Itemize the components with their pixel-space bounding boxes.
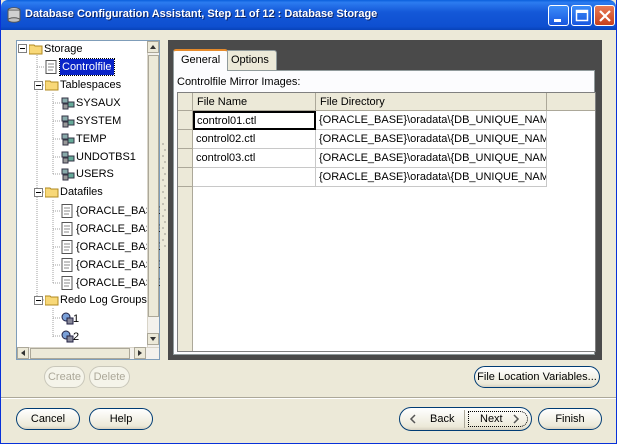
window-title: Database Configuration Assistant, Step 1… — [25, 8, 378, 20]
back-button[interactable]: Back — [400, 408, 464, 430]
app-icon — [7, 7, 21, 23]
tablespace-icon — [61, 150, 76, 167]
tablespace-icon — [61, 114, 76, 131]
datafile-icon — [61, 240, 74, 257]
tablespace-icon — [61, 96, 76, 113]
collapse-datafiles-toggle[interactable] — [34, 188, 43, 197]
controlfile-icon — [45, 60, 58, 77]
tree-vertical-scrollbar[interactable] — [147, 41, 159, 347]
file-directory-cell[interactable]: {ORACLE_BASE}\oradata\{DB_UNIQUE_NAME}\ — [316, 130, 547, 149]
datafile-icon — [61, 276, 74, 293]
corner-header — [178, 93, 193, 111]
datafile-icon — [61, 258, 74, 275]
chevron-left-icon — [409, 414, 416, 424]
tablespace-icon — [61, 167, 76, 184]
scroll-right-arrow-icon[interactable] — [134, 347, 146, 359]
collapse-redo-toggle[interactable] — [34, 296, 43, 305]
file-name-cell[interactable] — [193, 168, 316, 187]
vertical-scroll-thumb[interactable] — [148, 55, 159, 317]
file-name-cell[interactable]: control01.ctl — [193, 111, 316, 130]
next-button-focus-ring — [466, 409, 530, 429]
dbca-window: Database Configuration Assistant, Step 1… — [0, 0, 617, 444]
collapse-tablespaces-toggle[interactable] — [34, 81, 43, 90]
folder-icon — [44, 294, 59, 309]
scroll-left-arrow-icon[interactable] — [17, 347, 29, 359]
delete-button[interactable]: Delete — [89, 366, 130, 388]
minimize-button[interactable] — [548, 5, 569, 26]
panel-splitter[interactable] — [160, 40, 168, 360]
cancel-button[interactable]: Cancel — [16, 408, 80, 430]
file-location-variables-button[interactable]: File Location Variables... — [474, 366, 600, 388]
help-button[interactable]: Help — [89, 408, 153, 430]
tab-general[interactable]: General — [173, 49, 229, 71]
folder-icon — [44, 79, 59, 94]
folder-icon — [44, 186, 59, 201]
column-header-file-name[interactable]: File Name — [193, 93, 316, 111]
controlfile-panel: General Options Controlfile Mirror Image… — [168, 40, 602, 360]
controlfile-table[interactable]: File Name File Directory control01.ctl {… — [177, 92, 596, 352]
storage-tree[interactable]: Storage Controlfile Tablespaces SYSAUX S… — [16, 40, 160, 360]
row-header[interactable] — [178, 111, 193, 130]
footer-divider — [1, 397, 616, 399]
horizontal-scroll-thumb[interactable] — [30, 348, 130, 359]
datafile-icon — [61, 204, 74, 221]
row-header[interactable] — [178, 168, 193, 187]
tree-horizontal-scrollbar[interactable] — [17, 347, 159, 359]
general-tab-content: Controlfile Mirror Images: File Name Fil… — [173, 70, 596, 355]
column-header-filler — [547, 93, 595, 111]
column-header-file-directory[interactable]: File Directory — [316, 93, 547, 111]
tab-options[interactable]: Options — [223, 50, 277, 70]
back-next-button-group: Back Next — [399, 407, 532, 431]
file-directory-cell[interactable]: {ORACLE_BASE}\oradata\{DB_UNIQUE_NAME}\ — [316, 111, 547, 130]
finish-button[interactable]: Finish — [538, 408, 602, 430]
tablespace-icon — [61, 132, 76, 149]
splitter-grip-icon — [162, 143, 166, 247]
file-name-cell[interactable]: control03.ctl — [193, 149, 316, 168]
scroll-down-arrow-icon[interactable] — [147, 333, 159, 345]
create-button[interactable]: Create — [44, 366, 85, 388]
row-header[interactable] — [178, 149, 193, 168]
datafile-icon — [61, 222, 74, 239]
file-directory-cell[interactable]: {ORACLE_BASE}\oradata\{DB_UNIQUE_NAME}\ — [316, 149, 547, 168]
title-bar[interactable]: Database Configuration Assistant, Step 1… — [1, 0, 616, 30]
row-header[interactable] — [178, 130, 193, 149]
scroll-up-arrow-icon[interactable] — [147, 41, 159, 53]
folder-icon — [28, 43, 43, 58]
file-name-cell[interactable]: control02.ctl — [193, 130, 316, 149]
maximize-button[interactable] — [571, 5, 592, 26]
close-button[interactable] — [594, 5, 615, 26]
collapse-storage-toggle[interactable] — [18, 44, 27, 53]
file-directory-cell[interactable]: {ORACLE_BASE}\oradata\{DB_UNIQUE_NAME}\ — [316, 168, 547, 187]
controlfile-mirror-label: Controlfile Mirror Images: — [177, 76, 301, 88]
